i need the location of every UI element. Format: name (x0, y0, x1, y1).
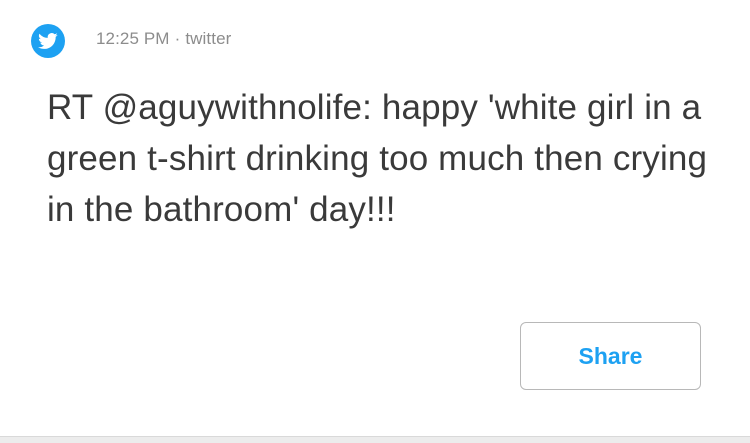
tweet-card: 12:25 PM · twitter RT @aguywithnolife: hap… (0, 0, 750, 436)
twitter-bird-icon (31, 24, 65, 58)
tweet-time: 12:25 PM (96, 29, 170, 48)
share-button[interactable]: Share (520, 322, 701, 390)
meta-separator: · (174, 29, 181, 48)
tweet-text: RT @aguywithnolife: happy 'white girl in… (47, 88, 708, 229)
tweet-meta: 12:25 PM · twitter (96, 29, 231, 49)
tweet-source: twitter (185, 29, 232, 48)
